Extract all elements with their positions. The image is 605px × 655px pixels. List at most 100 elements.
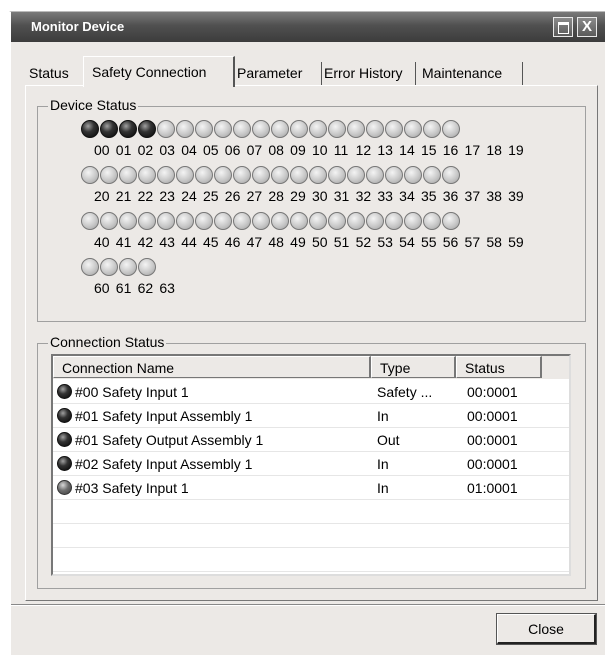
device-number-label: 25 [202,188,219,204]
device-number-label: 03 [159,142,175,158]
device-status-led [81,212,99,230]
device-status-led [176,120,194,138]
device-status-led [176,166,194,184]
device-number-row: 20 21 22 23 24 25 26 27 28 29 30 31 32 33 34 35 36 37 38 39 [94,188,530,206]
table-row[interactable]: #01 Safety Output Assembly 1 Out 00:0001 [53,428,569,452]
device-number-label: 49 [290,234,306,250]
device-led-row [81,120,541,140]
connection-list[interactable]: Connection Name Type Status #00 Safety I… [51,354,571,576]
device-number-label: 46 [224,234,241,250]
device-number-label: 39 [508,188,524,204]
device-number-label: 02 [137,142,154,158]
close-icon[interactable]: X [577,17,597,37]
device-status-led [423,212,441,230]
connection-name: #02 Safety Input Assembly 1 [75,456,253,472]
device-number-label: 48 [268,234,284,250]
connection-name-cell: #01 Safety Output Assembly 1 [57,428,263,452]
window-title: Monitor Device [31,19,125,34]
tab-strip: Status Safety Connection Parameter Error… [11,56,531,87]
device-status-led [195,212,213,230]
device-status-led [290,212,308,230]
device-status-led [404,120,422,138]
tab-maintenance[interactable]: Maintenance [422,62,523,86]
table-row[interactable]: #03 Safety Input 1 In 01:0001 [53,476,569,500]
device-number-label: 50 [311,234,328,250]
device-number-label: 04 [181,142,197,158]
device-number-label: 24 [181,188,197,204]
device-status-led [366,212,384,230]
device-number-label: 29 [290,188,306,204]
device-status-led [138,212,156,230]
device-status-led [442,120,460,138]
connection-status-led-icon [57,384,72,399]
device-number-label: 18 [486,142,502,158]
table-row[interactable]: #01 Safety Input Assembly 1 In 00:0001 [53,404,569,428]
tab-safety-connection[interactable]: Safety Connection [83,56,235,87]
maximize-icon[interactable] [553,17,573,37]
device-number-label: 53 [377,234,393,250]
device-status-led [328,166,346,184]
connection-status-cell: 00:0001 [467,456,518,472]
device-number-label: 13 [377,142,393,158]
device-status-led [100,120,118,138]
column-header-status[interactable]: Status [456,356,542,378]
device-number-label: 33 [377,188,393,204]
device-status-led [385,120,403,138]
device-status-led [233,212,251,230]
connection-status-cell: 00:0001 [467,408,518,424]
tab-error-history[interactable]: Error History [324,62,416,86]
connection-status-led-icon [57,480,72,495]
connection-type-cell: In [377,408,389,424]
device-led-row [81,212,541,232]
device-led-row [81,166,541,186]
device-status-led [385,166,403,184]
device-led-row [81,258,541,278]
table-row[interactable]: #02 Safety Input Assembly 1 In 00:0001 [53,452,569,476]
title-bar[interactable]: Monitor Device X [11,12,605,42]
close-button[interactable]: Close [496,613,597,645]
device-status-led [100,212,118,230]
device-status-legend: Device Status [48,97,139,113]
device-number-label: 05 [202,142,219,158]
device-number-label: 26 [224,188,241,204]
device-number-label: 21 [115,188,132,204]
device-number-label: 08 [268,142,284,158]
device-number-label: 12 [355,142,372,158]
device-number-label: 52 [355,234,372,250]
table-row[interactable]: #00 Safety Input 1 Safety ... 00:0001 [53,380,569,404]
tab-status[interactable]: Status [29,62,81,86]
device-status-led [214,120,232,138]
list-header: Connection Name Type Status [53,356,569,379]
device-number-label: 27 [246,188,263,204]
device-status-led [233,120,251,138]
table-row [53,524,569,548]
device-number-label: 01 [115,142,132,158]
device-status-led [309,212,327,230]
connection-status-led-icon [57,456,72,471]
device-number-label: 41 [115,234,132,250]
device-number-label: 61 [115,280,132,296]
device-number-label: 06 [224,142,241,158]
device-status-led [157,166,175,184]
device-status-led [271,166,289,184]
device-number-label: 54 [399,234,415,250]
device-number-label: 63 [159,280,175,296]
column-header-connection-name[interactable]: Connection Name [53,356,371,378]
connection-type-cell: In [377,480,389,496]
column-header-type[interactable]: Type [371,356,456,378]
device-number-label: 28 [268,188,284,204]
table-row [53,500,569,524]
connection-name: #03 Safety Input 1 [75,480,189,496]
device-status-led [233,166,251,184]
device-number-label: 51 [333,234,350,250]
device-number-label: 09 [290,142,306,158]
device-status-led [81,166,99,184]
connection-status-legend: Connection Status [48,334,167,350]
device-status-led [423,166,441,184]
tab-parameter[interactable]: Parameter [237,62,322,86]
device-number-label: 55 [420,234,437,250]
connection-type-cell: Out [377,432,400,448]
connection-name: #01 Safety Output Assembly 1 [75,432,264,448]
connection-name-cell: #03 Safety Input 1 [57,476,189,500]
device-number-label: 47 [246,234,263,250]
